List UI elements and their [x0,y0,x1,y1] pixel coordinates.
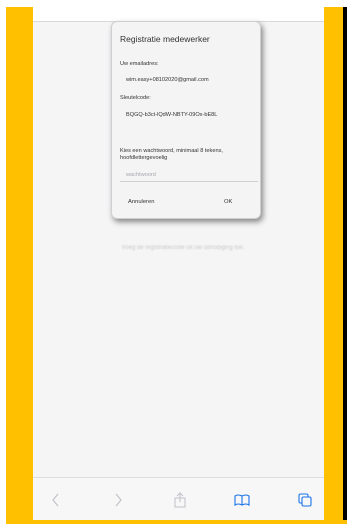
bookmarks-icon[interactable] [232,492,252,508]
black-border-right [343,7,347,524]
registration-dialog: Registratie medewerker Uw emailadres: wi… [111,21,261,219]
phone-screen: Voeg de registratiecode uit uw uitnodigi… [33,7,324,520]
background-hint-text: Voeg de registratiecode uit uw uitnodigi… [121,245,245,251]
key-label: Sleutelcode: [120,95,151,101]
email-label: Uw emailadres: [120,61,159,67]
forward-icon[interactable] [108,492,128,508]
top-bar [33,7,324,22]
yellow-border-bottom [6,520,347,524]
cancel-button[interactable]: Annuleren [128,199,154,205]
back-icon[interactable] [46,492,66,508]
frame-edge-right [347,0,353,524]
yellow-border-left [6,7,33,524]
email-value: wim.easy+08102020@gmail.com [126,77,209,83]
ok-button[interactable]: OK [224,199,232,205]
password-field[interactable] [120,169,258,182]
share-icon[interactable] [170,492,190,508]
dialog-title: Registratie medewerker [120,34,210,44]
key-value: BQGQ-b3ct-lQdW-NBTY-09Ox-bE8L [126,112,218,118]
tabs-icon[interactable] [295,492,315,508]
browser-toolbar [33,477,324,520]
frame-edge-top [0,0,353,7]
password-instruction: Kies een wachtwoord, minimaal 8 tekens, … [120,148,223,161]
